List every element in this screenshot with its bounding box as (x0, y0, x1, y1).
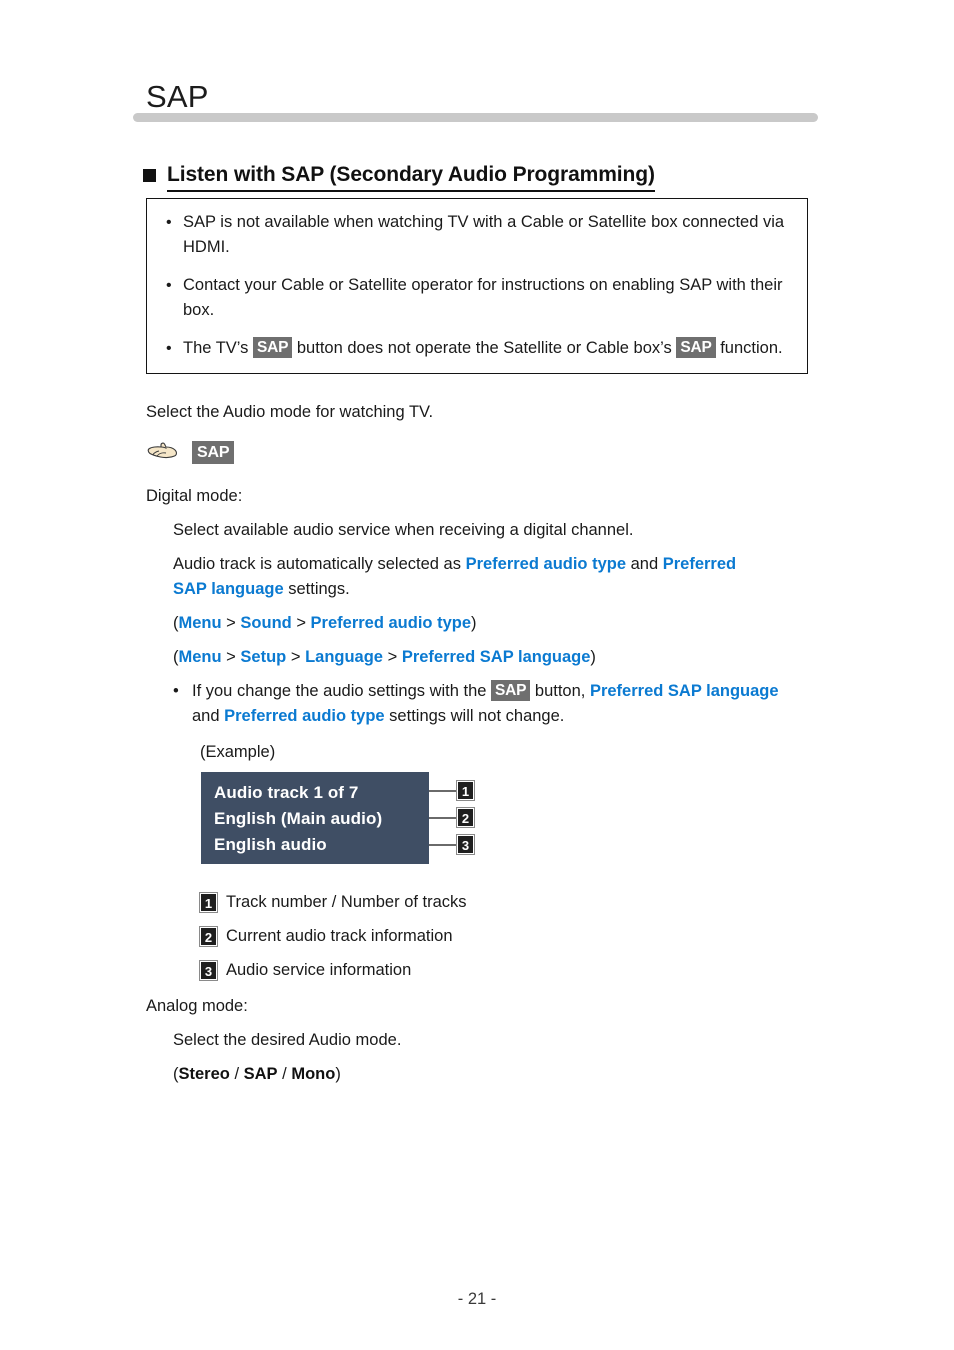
intro-line: Select the Audio mode for watching TV. (146, 403, 434, 421)
section-heading: Listen with SAP (Secondary Audio Program… (143, 162, 655, 192)
digital-mode-label: Digital mode: (146, 487, 243, 505)
page-footer: - 21 - (457, 1290, 497, 1308)
callout-marker-3: 3 (456, 834, 475, 855)
text-segment: settings. (283, 580, 350, 598)
paren-close: ) (590, 648, 596, 666)
text-segment: and (626, 555, 663, 573)
analog-mode-label: Analog mode: (146, 997, 248, 1015)
example-label: (Example) (200, 743, 276, 761)
sap-key-badge: SAP (491, 680, 531, 701)
link-preferred-audio-type[interactable]: Preferred audio type (466, 555, 626, 573)
analog-option-stereo[interactable]: Stereo (179, 1065, 230, 1083)
menu-path-1: (Menu > Sound > Preferred audio type) (173, 611, 477, 636)
digital-line-1: Select available audio service when rece… (173, 521, 634, 539)
callout-marker-1: 1 (199, 892, 218, 913)
menu-path-item-preferred-sap-language[interactable]: Preferred SAP language (402, 648, 591, 666)
menu-path-item-menu[interactable]: Menu (179, 648, 222, 666)
option-separator: / (229, 1065, 244, 1083)
callout-marker-2: 2 (456, 807, 475, 828)
bullet-icon: • (166, 340, 172, 357)
osd-line-service: English audio (214, 835, 327, 854)
option-separator: / (277, 1065, 292, 1083)
osd-panel: Audio track 1 of 7 English (Main audio) … (201, 772, 429, 864)
callout-marker-2: 2 (199, 926, 218, 947)
callout-legend: 1 Track number / Number of tracks 2 Curr… (199, 890, 467, 992)
note-item-text: SAP is not available when watching TV wi… (183, 210, 793, 260)
title-rule (133, 113, 818, 122)
path-separator: > (221, 614, 241, 632)
legend-item-label: Track number / Number of tracks (226, 893, 467, 911)
link-preferred-sap-language[interactable]: Preferred SAP language (590, 682, 779, 700)
page-title: SAP (146, 79, 209, 114)
path-separator: > (286, 648, 306, 666)
digital-note-item: • If you change the audio settings with … (173, 679, 798, 729)
menu-path-2: (Menu > Setup > Language > Preferred SAP… (173, 645, 596, 670)
text-segment: and (192, 707, 225, 725)
pointing-hand-icon (147, 442, 177, 459)
link-preferred-audio-type[interactable]: Preferred audio type (224, 707, 384, 725)
analog-option-sap[interactable]: SAP (244, 1065, 278, 1083)
note-item: • Contact your Cable or Satellite operat… (161, 273, 793, 323)
sap-key-badge: SAP (192, 440, 235, 464)
callout-marker-3: 3 (199, 960, 218, 981)
path-separator: > (291, 614, 311, 632)
legend-item: 2 Current audio track information (199, 924, 467, 949)
bullet-icon: • (166, 214, 172, 231)
note-text-segment: SAP is not available when watching TV wi… (183, 213, 785, 256)
note-text-segment: Contact your Cable or Satellite operator… (183, 276, 783, 319)
osd-line-language: English (Main audio) (214, 809, 383, 828)
remote-key-row: SAP (146, 440, 235, 464)
bullet-icon: • (173, 682, 179, 700)
sap-key-badge: SAP (253, 337, 293, 358)
legend-item: 1 Track number / Number of tracks (199, 890, 467, 915)
legend-item: 3 Audio service information (199, 958, 467, 983)
text-segment: Audio track is automatically selected as (173, 555, 466, 573)
note-text-segment: The TV’s (183, 339, 254, 357)
path-separator: > (221, 648, 241, 666)
square-bullet-icon (143, 169, 156, 182)
note-text-segment: button does not operate the Satellite or… (292, 339, 677, 357)
menu-path-item-preferred-audio-type[interactable]: Preferred audio type (311, 614, 471, 632)
legend-item-label: Current audio track information (226, 927, 453, 945)
paren-close: ) (335, 1065, 341, 1083)
callout-leader-line (429, 844, 457, 846)
osd-line-track: Audio track 1 of 7 (214, 783, 359, 802)
note-box: • SAP is not available when watching TV … (146, 198, 808, 374)
note-item-text: The TV’s SAP button does not operate the… (183, 336, 793, 361)
osd-example: Audio track 1 of 7 English (Main audio) … (201, 772, 481, 864)
digital-line-2: Audio track is automatically selected as… (173, 552, 773, 602)
paren-close: ) (471, 614, 477, 632)
section-heading-label: Listen with SAP (Secondary Audio Program… (167, 162, 655, 192)
analog-line-1: Select the desired Audio mode. (173, 1031, 402, 1049)
note-item-text: Contact your Cable or Satellite operator… (183, 273, 793, 323)
document-page: SAP Listen with SAP (Secondary Audio Pro… (0, 0, 954, 1350)
note-item: • SAP is not available when watching TV … (161, 210, 793, 260)
text-segment: If you change the audio settings with th… (192, 682, 492, 700)
menu-path-item-language[interactable]: Language (305, 648, 383, 666)
menu-path-item-menu[interactable]: Menu (179, 614, 222, 632)
digital-note-text: If you change the audio settings with th… (192, 679, 798, 729)
callout-leader-line (429, 817, 457, 819)
note-item: • The TV’s SAP button does not operate t… (161, 336, 793, 361)
analog-options: (Stereo / SAP / Mono) (173, 1062, 341, 1087)
sap-key-badge: SAP (676, 337, 716, 358)
bullet-icon: • (166, 277, 172, 294)
legend-item-label: Audio service information (226, 961, 412, 979)
path-separator: > (383, 648, 402, 666)
menu-path-item-sound[interactable]: Sound (240, 614, 291, 632)
callout-leader-line (429, 790, 457, 792)
analog-option-mono[interactable]: Mono (291, 1065, 335, 1083)
text-segment: settings will not change. (384, 707, 565, 725)
text-segment: button, (530, 682, 590, 700)
menu-path-item-setup[interactable]: Setup (240, 648, 286, 666)
note-text-segment: function. (715, 339, 783, 357)
callout-marker-1: 1 (456, 780, 475, 801)
